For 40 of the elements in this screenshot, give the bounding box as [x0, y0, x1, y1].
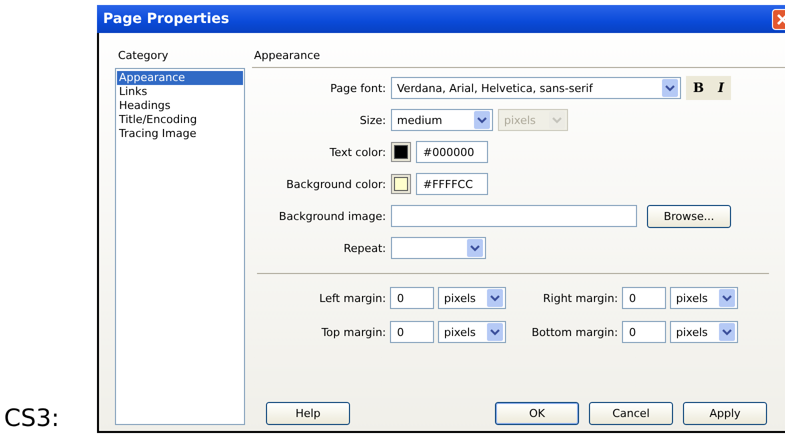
- font-dropdown[interactable]: Verdana, Arial, Helvetica, sans-serif: [391, 77, 681, 99]
- category-item[interactable]: Links: [117, 85, 243, 99]
- browse-button[interactable]: Browse...: [647, 204, 731, 228]
- panel-heading: Appearance: [254, 49, 320, 62]
- margin-field[interactable]: 0: [390, 321, 434, 343]
- field-label: Top margin:: [320, 326, 386, 338]
- unit-dropdown[interactable]: pixels: [438, 287, 506, 309]
- field-label: Size:: [358, 114, 386, 126]
- unit-dropdown[interactable]: pixels: [670, 287, 738, 309]
- unit-dropdown[interactable]: pixels: [438, 321, 506, 343]
- dialog-button[interactable]: Apply: [683, 402, 767, 425]
- color-field[interactable]: #000000: [416, 141, 488, 163]
- category-heading: Category: [117, 49, 170, 63]
- size-dropdown[interactable]: medium: [391, 109, 493, 131]
- field-label: Background color:: [285, 178, 386, 190]
- category-item[interactable]: Title/Encoding: [117, 113, 243, 127]
- repeat-dropdown[interactable]: [391, 237, 486, 259]
- field-label: Text color:: [328, 146, 386, 158]
- help-button[interactable]: Help: [266, 402, 350, 425]
- margin-field[interactable]: 0: [622, 321, 666, 343]
- category-item[interactable]: Tracing Image: [117, 127, 243, 141]
- color-field[interactable]: #FFFFCC: [416, 173, 488, 195]
- font-style-button[interactable]: B: [686, 80, 711, 96]
- dialog-button[interactable]: OK: [495, 402, 579, 425]
- field-label: Bottom margin:: [530, 326, 618, 338]
- category-item[interactable]: Headings: [117, 99, 243, 113]
- field-label: Right margin:: [542, 292, 618, 304]
- input-field[interactable]: [391, 205, 637, 227]
- field-label: Left margin:: [318, 292, 386, 304]
- caption-label: CS3:: [3, 403, 60, 433]
- field-label: Page font:: [329, 82, 386, 94]
- dialog-button[interactable]: Cancel: [589, 402, 673, 425]
- font-style-button[interactable]: I: [711, 80, 732, 96]
- category-item[interactable]: Appearance: [117, 71, 243, 85]
- window-title: Page Properties: [103, 11, 230, 27]
- margin-field[interactable]: 0: [390, 287, 434, 309]
- field-label: Repeat:: [342, 242, 386, 254]
- margin-field[interactable]: 0: [622, 287, 666, 309]
- field-label: Background image:: [278, 210, 386, 222]
- unit-dropdown[interactable]: pixels: [670, 321, 738, 343]
